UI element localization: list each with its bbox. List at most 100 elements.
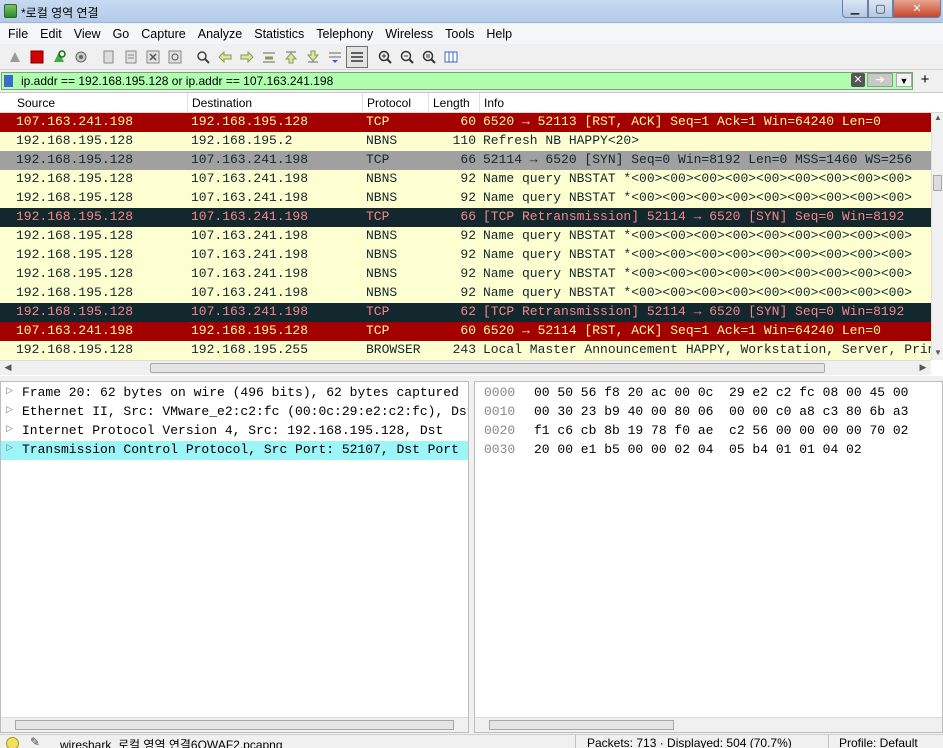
packet-row[interactable]: 192.168.195.128 107.163.241.198 TCP 66 52114… [0,151,931,170]
menu-wireless[interactable]: Wireless [379,24,439,44]
forward-arrow-icon[interactable] [236,46,258,68]
packet-row[interactable]: 192.168.195.128 107.163.241.198 NBNS 92 Name… [0,284,931,303]
packet-row[interactable]: 192.168.195.128 107.163.241.198 NBNS 92 Name… [0,246,931,265]
go-to-packet-icon[interactable] [258,46,280,68]
menu-file[interactable]: File [2,24,34,44]
hex-dump-row[interactable]: 0000 00 50 56 f8 20 ac 00 0c 29 e2 c2 fc … [475,384,942,403]
details-horizontal-scrollbar[interactable] [1,717,468,732]
menu-go[interactable]: Go [107,24,136,44]
packet-row[interactable]: 192.168.195.128 107.163.241.198 TCP 66 [TCP … [0,208,931,227]
scroll-thumb[interactable] [933,175,942,191]
colorize-icon[interactable] [346,46,368,68]
zoom-in-icon[interactable] [374,46,396,68]
scroll-thumb[interactable] [150,363,825,373]
display-filter-text[interactable]: ip.addr == 192.168.195.128 or ip.addr ==… [21,74,333,88]
zoom-normal-icon[interactable] [418,46,440,68]
filter-history-dropdown-icon[interactable]: ▼ [896,73,912,87]
scroll-right-icon[interactable]: ▶ [917,362,929,373]
reload-icon[interactable] [164,46,186,68]
open-file-icon[interactable] [98,46,120,68]
display-filter-input[interactable]: ip.addr == 192.168.195.128 or ip.addr ==… [1,72,913,90]
restart-icon[interactable] [48,46,70,68]
column-header-destination[interactable]: Destination [192,96,252,110]
scroll-left-icon[interactable]: ◀ [2,362,14,373]
hex-bytes[interactable]: 00 30 23 b9 40 00 80 06 00 00 c0 a8 c3 8… [534,404,908,419]
menu-view[interactable]: View [68,24,107,44]
options-gear-icon[interactable] [70,46,92,68]
source-cell: 192.168.195.128 [16,247,134,262]
profile-indicator[interactable]: Profile: Default [839,736,918,748]
column-header-info[interactable]: Info [484,96,504,110]
destination-cell: 107.163.241.198 [191,228,309,243]
last-packet-icon[interactable] [302,46,324,68]
minimize-icon[interactable]: ▁ [842,0,868,18]
expand-arrow-icon[interactable]: ▷ [6,443,13,453]
menu-help[interactable]: Help [480,24,518,44]
info-cell: 6520 → 52113 [RST, ACK] Seq=1 Ack=1 Win=… [483,114,881,129]
detail-tree-label: Ethernet II, Src: VMware_e2:c2:fc (00:0c… [22,404,468,419]
first-packet-icon[interactable] [280,46,302,68]
autoscroll-icon[interactable] [324,46,346,68]
hex-dump-row[interactable]: 0030 20 00 e1 b5 00 00 02 04 05 b4 01 01 … [475,441,942,460]
hex-bytes[interactable]: 20 00 e1 b5 00 00 02 04 05 b4 01 01 04 0… [534,442,862,457]
packet-row[interactable]: 107.163.241.198 192.168.195.128 TCP 60 6520 … [0,322,931,341]
packet-row[interactable]: 192.168.195.128 107.163.241.198 NBNS 92 Name… [0,227,931,246]
expand-arrow-icon[interactable]: ▷ [6,386,13,396]
hex-offset: 0000 [484,385,516,400]
wireshark-app-icon [4,4,17,18]
source-cell: 192.168.195.128 [16,266,134,281]
add-filter-button-icon[interactable]: + [918,71,932,89]
menu-statistics[interactable]: Statistics [248,24,310,44]
resize-columns-icon[interactable] [440,46,462,68]
menu-telephony[interactable]: Telephony [310,24,379,44]
expert-info-status-icon[interactable] [6,737,19,748]
packet-list-vertical-scrollbar[interactable]: ▲ ▼ [931,113,943,360]
shark-fin-start-icon[interactable] [4,46,26,68]
bytes-horizontal-scrollbar[interactable] [475,717,942,732]
source-cell: 192.168.195.128 [16,209,134,224]
menu-tools[interactable]: Tools [439,24,480,44]
maximize-icon[interactable]: ▢ [868,0,893,18]
destination-cell: 192.168.195.128 [191,323,309,338]
scroll-thumb[interactable] [489,720,674,730]
detail-tree-item[interactable]: ▷ Internet Protocol Version 4, Src: 192.1… [1,422,468,441]
menu-analyze[interactable]: Analyze [192,24,248,44]
packet-row[interactable]: 192.168.195.128 107.163.241.198 NBNS 92 Name… [0,189,931,208]
hex-bytes[interactable]: f1 c6 cb 8b 19 78 f0 ae c2 56 00 00 00 0… [534,423,908,438]
zoom-out-icon[interactable] [396,46,418,68]
hex-bytes[interactable]: 00 50 56 f8 20 ac 00 0c 29 e2 c2 fc 08 0… [534,385,908,400]
save-file-icon[interactable] [120,46,142,68]
packet-row[interactable]: 192.168.195.128 107.163.241.198 NBNS 92 Name… [0,170,931,189]
packet-row[interactable]: 107.163.241.198 192.168.195.128 TCP 60 6520 … [0,113,931,132]
packet-list-horizontal-scrollbar[interactable]: ◀ ▶ [0,360,931,375]
scroll-up-icon[interactable]: ▲ [932,113,943,125]
capture-comment-icon[interactable]: ✎ [30,735,40,748]
close-file-icon[interactable] [142,46,164,68]
expand-arrow-icon[interactable]: ▷ [6,424,13,434]
column-header-source[interactable]: Source [17,96,55,110]
hex-dump-row[interactable]: 0010 00 30 23 b9 40 00 80 06 00 00 c0 a8 … [475,403,942,422]
detail-tree-item[interactable]: ▷ Frame 20: 62 bytes on wire (496 bits), … [1,384,468,403]
packet-row[interactable]: 192.168.195.128 192.168.195.2 NBNS 110 Refre… [0,132,931,151]
find-icon[interactable] [192,46,214,68]
scroll-down-icon[interactable]: ▼ [932,348,943,360]
menu-edit[interactable]: Edit [34,24,68,44]
column-header-length[interactable]: Length [433,96,470,110]
detail-tree-item[interactable]: ▷ Transmission Control Protocol, Src Port… [1,441,468,460]
info-cell: [TCP Retransmission] 52114 → 6520 [SYN] … [483,209,905,224]
expand-arrow-icon[interactable]: ▷ [6,405,13,415]
detail-tree-item[interactable]: ▷ Ethernet II, Src: VMware_e2:c2:fc (00:0… [1,403,468,422]
apply-filter-arrow-icon[interactable]: ➔ [867,73,893,87]
close-icon[interactable]: ✕ [893,0,941,18]
packet-row[interactable]: 192.168.195.128 107.163.241.198 TCP 62 [TCP … [0,303,931,322]
filter-bookmark-icon[interactable] [4,75,13,87]
hex-dump-row[interactable]: 0020 f1 c6 cb 8b 19 78 f0 ae c2 56 00 00 … [475,422,942,441]
clear-filter-icon[interactable]: ✕ [851,73,865,87]
back-arrow-icon[interactable] [214,46,236,68]
packet-row[interactable]: 192.168.195.128 192.168.195.255 BROWSER 243… [0,341,931,360]
scroll-thumb[interactable] [15,720,454,730]
packet-row[interactable]: 192.168.195.128 107.163.241.198 NBNS 92 Name… [0,265,931,284]
stop-icon[interactable] [26,46,48,68]
menu-capture[interactable]: Capture [135,24,191,44]
column-header-protocol[interactable]: Protocol [367,96,411,110]
